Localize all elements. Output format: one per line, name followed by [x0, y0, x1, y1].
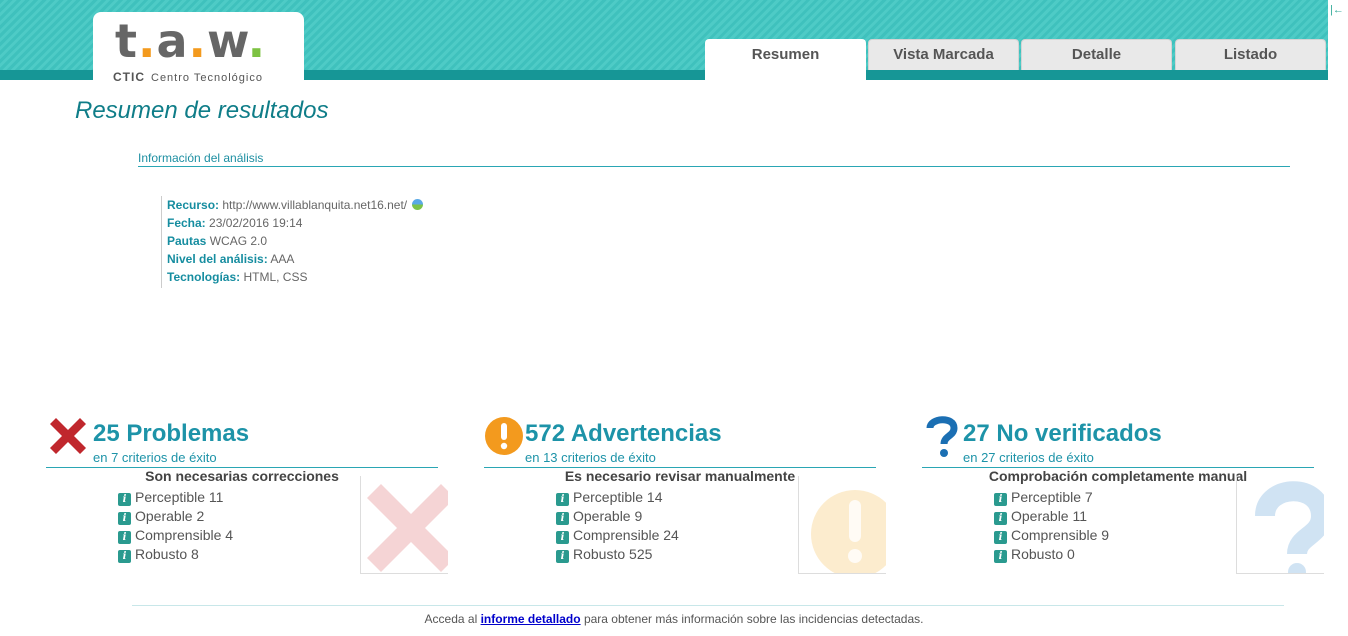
info-icon: i	[556, 493, 569, 506]
error-watermark-icon	[360, 476, 448, 574]
question-icon	[926, 416, 958, 457]
logo-wordmark: t.a.w.	[115, 14, 267, 68]
list-item[interactable]: i Perceptible 14	[556, 488, 679, 507]
tab-vista-marcada[interactable]: Vista Marcada	[868, 39, 1019, 70]
warning-icon	[485, 417, 523, 455]
tab-listado[interactable]: Listado	[1175, 39, 1326, 70]
taw-logo[interactable]: t.a.w. CTIC Centro Tecnológico	[93, 12, 304, 86]
info-icon: i	[556, 531, 569, 544]
collapse-icon[interactable]: |←	[1330, 4, 1344, 16]
list-item[interactable]: i Operable 2	[118, 507, 233, 526]
info-icon: i	[118, 550, 131, 563]
question-watermark-icon	[1236, 476, 1324, 574]
warnings-count: 572 Advertencias	[525, 420, 722, 447]
resource-row: Recurso: http://www.villablanquita.net16…	[167, 196, 481, 214]
analysis-info-heading[interactable]: Información del análisis	[138, 151, 1290, 167]
analysis-info-list: Recurso: http://www.villablanquita.net16…	[161, 196, 481, 288]
tab-detalle[interactable]: Detalle	[1021, 39, 1172, 70]
info-icon: i	[556, 512, 569, 525]
warnings-list: i Perceptible 14 i Operable 9 i Comprensibl…	[556, 488, 679, 564]
list-item[interactable]: i Comprensible 9	[994, 526, 1109, 545]
footer-note: Acceda al informe detallado para obtener…	[424, 612, 924, 626]
list-item[interactable]: i Comprensible 24	[556, 526, 679, 545]
list-item[interactable]: i Operable 11	[994, 507, 1109, 526]
unverified-summary: 27 No verificados en 27 criterios de éxi…	[922, 412, 1326, 577]
list-item[interactable]: i Perceptible 7	[994, 488, 1109, 507]
problems-summary: 25 Problemas en 7 criterios de éxito Son…	[46, 412, 450, 577]
info-icon: i	[556, 550, 569, 563]
warning-watermark-icon	[798, 476, 886, 574]
error-x-icon	[50, 418, 86, 454]
info-icon: i	[118, 493, 131, 506]
warnings-summary: 572 Advertencias en 13 criterios de éxit…	[484, 412, 888, 577]
right-gutter	[1328, 0, 1348, 636]
info-icon: i	[994, 512, 1007, 525]
list-item[interactable]: i Operable 9	[556, 507, 679, 526]
info-icon: i	[994, 531, 1007, 544]
logo-subtitle: CTIC Centro Tecnológico	[113, 70, 263, 84]
list-item[interactable]: i Robusto 0	[994, 545, 1109, 564]
unverified-criteria: en 27 criterios de éxito	[963, 450, 1094, 465]
warnings-criteria: en 13 criterios de éxito	[525, 450, 656, 465]
guidelines-row: Pautas WCAG 2.0	[167, 234, 268, 248]
refresh-icon[interactable]	[412, 199, 424, 210]
info-icon: i	[118, 512, 131, 525]
page-title: Resumen de resultados	[75, 97, 329, 124]
list-item[interactable]: i Comprensible 4	[118, 526, 233, 545]
warnings-header: 572 Advertencias en 13 criterios de éxit…	[484, 412, 876, 468]
level-row: Nivel del análisis: AAA	[167, 252, 295, 266]
technologies-row: Tecnologías: HTML, CSS	[167, 270, 308, 284]
footer-divider	[132, 605, 1284, 606]
unverified-list: i Perceptible 7 i Operable 11 i Comprensibl…	[994, 488, 1109, 564]
info-icon: i	[994, 493, 1007, 506]
info-icon: i	[994, 550, 1007, 563]
info-icon: i	[118, 531, 131, 544]
unverified-count: 27 No verificados	[963, 420, 1162, 447]
list-item[interactable]: i Robusto 8	[118, 545, 233, 564]
date-row: Fecha: 23/02/2016 19:14	[167, 216, 303, 230]
problems-list: i Perceptible 11 i Operable 2 i Comprensibl…	[118, 488, 233, 564]
problems-header: 25 Problemas en 7 criterios de éxito	[46, 412, 438, 468]
list-item[interactable]: i Robusto 525	[556, 545, 679, 564]
problems-criteria: en 7 criterios de éxito	[93, 450, 217, 465]
problems-count: 25 Problemas	[93, 420, 250, 447]
tab-resumen[interactable]: Resumen	[705, 39, 866, 80]
list-item[interactable]: i Perceptible 11	[118, 488, 233, 507]
unverified-header: 27 No verificados en 27 criterios de éxi…	[922, 412, 1314, 468]
detailed-report-link[interactable]: informe detallado	[481, 612, 581, 626]
